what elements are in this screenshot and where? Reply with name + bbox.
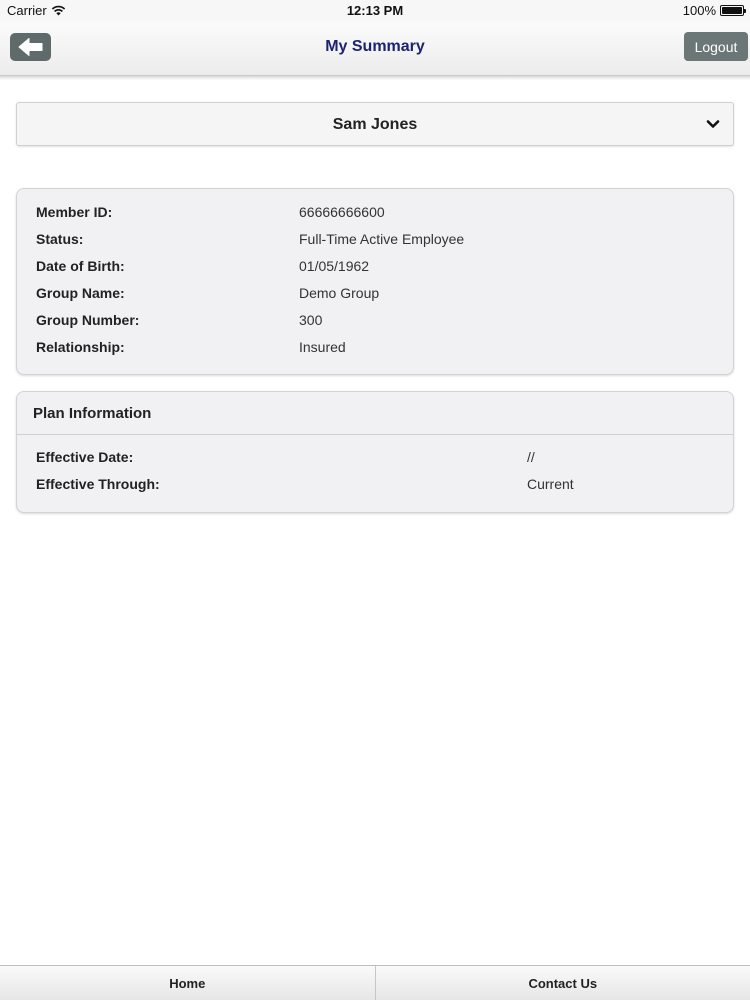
page-title: My Summary: [325, 38, 425, 55]
plan-info-header: Plan Information: [17, 392, 733, 435]
nav-header: My Summary Logout: [0, 22, 750, 76]
info-label: Date of Birth:: [36, 258, 125, 274]
plan-info-title: Plan Information: [33, 405, 152, 422]
logout-button[interactable]: Logout: [684, 32, 748, 61]
tab-home[interactable]: Home: [0, 966, 375, 1000]
plan-value: Current: [527, 476, 574, 492]
plan-value: //: [527, 449, 535, 465]
battery-level-fill: [722, 7, 742, 14]
plan-label: Effective Through:: [36, 476, 160, 492]
info-value: 01/05/1962: [299, 258, 370, 274]
footer-tab-bar: Home Contact Us: [0, 965, 750, 1000]
info-value: Insured: [299, 339, 346, 355]
member-select-value: Sam Jones: [332, 116, 418, 133]
status-time: 12:13 PM: [346, 3, 404, 18]
info-label: Relationship:: [36, 339, 125, 355]
info-value: Demo Group: [299, 285, 380, 301]
info-label: Member ID:: [36, 204, 113, 220]
header-shadow: [0, 76, 750, 80]
status-bar: Carrier 12:13 PM 100%: [0, 0, 750, 22]
member-select[interactable]: Sam Jones: [16, 102, 734, 146]
info-value: 66666666600: [299, 204, 385, 220]
tab-contact-us[interactable]: Contact Us: [374, 966, 750, 1000]
info-value: 300: [299, 312, 323, 328]
chevron-down-icon: [706, 120, 720, 128]
plan-info-card: Plan Information Effective Date: // Effe…: [16, 391, 734, 513]
battery-percent: 100%: [682, 3, 716, 18]
member-info-card: Member ID: 66666666600 Status: Full-Time…: [16, 188, 734, 375]
battery-icon: [720, 5, 746, 16]
info-label: Group Number:: [36, 312, 140, 328]
info-value: Full-Time Active Employee: [299, 231, 465, 247]
info-label: Status:: [36, 231, 84, 247]
info-label: Group Name:: [36, 285, 125, 301]
plan-label: Effective Date:: [36, 449, 134, 465]
